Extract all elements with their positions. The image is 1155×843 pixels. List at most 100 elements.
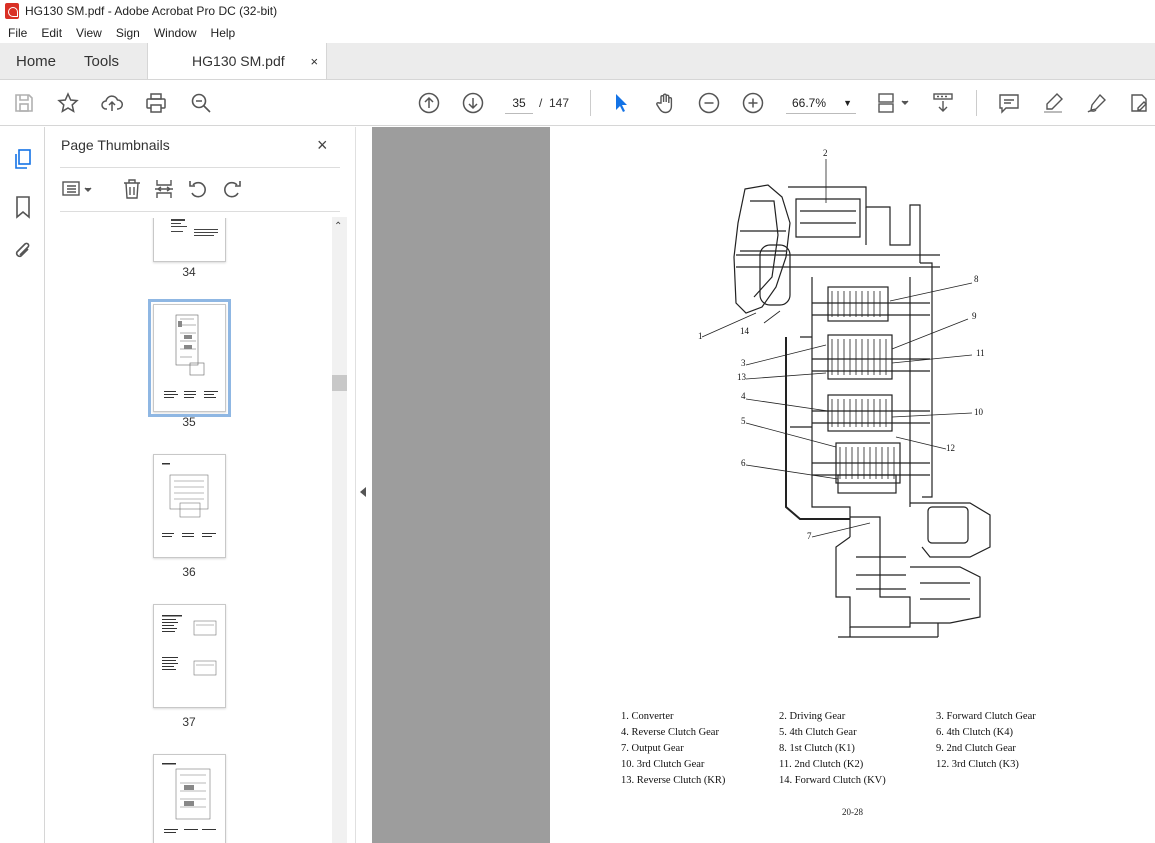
parts-legend: 1. Converter 2. Driving Gear 3. Forward … (621, 709, 1101, 789)
legend-row: 4. Reverse Clutch Gear 5. 4th Clutch Gea… (621, 725, 1101, 741)
tab-document[interactable]: HG130 SM.pdf × (147, 43, 328, 79)
legend-item: 9. 2nd Clutch Gear (936, 743, 1016, 754)
legend-item (936, 773, 1096, 789)
page-thumbnail[interactable] (153, 218, 226, 262)
callout-label: 8 (974, 274, 979, 284)
menu-view[interactable]: View (68, 26, 108, 40)
document-viewer: 2 8 9 11 1 14 3 13 4 10 5 12 6 7 1. Conv… (372, 127, 1155, 843)
chevron-up-icon[interactable]: ⌃ (334, 221, 342, 232)
page-thumbnail[interactable] (153, 604, 226, 708)
scrollbar-thumb[interactable] (332, 375, 347, 391)
thumbnails-panel: Page Thumbnails × 34 35 36 37 (45, 127, 355, 843)
callout-label: 3 (741, 358, 746, 368)
main-toolbar (0, 80, 1155, 126)
panel-title: Page Thumbnails (61, 137, 170, 153)
page-separator: / (539, 96, 543, 110)
zoom-in-icon[interactable] (742, 92, 764, 114)
collapse-panel-icon[interactable] (360, 487, 366, 497)
next-page-icon[interactable] (462, 92, 484, 114)
select-cursor-icon[interactable] (610, 92, 632, 114)
thumbnail-label: 35 (182, 415, 196, 429)
page-thumbnails-icon[interactable] (11, 147, 35, 171)
tab-bar: Home Tools HG130 SM.pdf × (0, 43, 1155, 80)
legend-item: 7. Output Gear (621, 743, 684, 754)
previous-page-icon[interactable] (418, 92, 440, 114)
menu-bar: File Edit View Sign Window Help (0, 22, 1155, 43)
callout-label: 11 (976, 348, 985, 358)
panel-close-icon[interactable]: × (317, 135, 328, 156)
document-page-number: 20-28 (842, 807, 863, 817)
callout-label: 7 (807, 531, 812, 541)
rotate-right-icon[interactable] (221, 177, 243, 201)
zoom-out-icon[interactable] (698, 92, 720, 114)
zoom-search-icon[interactable] (190, 92, 212, 114)
callout-label: 1 (698, 331, 703, 341)
divider (60, 211, 340, 212)
title-bar: HG130 SM.pdf - Adobe Acrobat Pro DC (32-… (0, 0, 1155, 22)
legend-item: 6. 4th Clutch (K4) (936, 727, 1013, 738)
menu-sign[interactable]: Sign (108, 26, 146, 40)
chevron-down-icon: ▼ (843, 98, 852, 108)
save-icon[interactable] (13, 92, 35, 114)
divider (60, 167, 340, 168)
callout-label: 2 (823, 148, 828, 158)
tab-home[interactable]: Home (0, 43, 70, 79)
menu-help[interactable]: Help (203, 26, 242, 40)
acrobat-logo-icon (5, 3, 19, 19)
hand-tool-icon[interactable] (654, 92, 676, 114)
toolbar-divider (976, 90, 977, 116)
transmission-cross-section-diagram (701, 159, 991, 638)
thumbnail-label: 34 (182, 265, 196, 279)
page-thumbnail-selected[interactable] (148, 299, 231, 417)
legend-row: 13. Reverse Clutch (KR) 14. Forward Clut… (621, 773, 1101, 789)
thumbnail-label: 37 (182, 715, 196, 729)
legend-item: 5. 4th Clutch Gear (779, 727, 857, 738)
callout-label: 12 (946, 443, 955, 453)
legend-item: 13. Reverse Clutch (KR) (621, 775, 726, 786)
callout-label: 13 (737, 372, 746, 382)
print-icon[interactable] (145, 92, 167, 114)
pdf-page: 2 8 9 11 1 14 3 13 4 10 5 12 6 7 1. Conv… (550, 127, 1155, 843)
callout-label: 5 (741, 416, 746, 426)
legend-item: 4. Reverse Clutch Gear (621, 727, 719, 738)
thumbnails-scrollbar[interactable]: ⌃ (332, 217, 347, 843)
legend-item: 14. Forward Clutch (KV) (779, 775, 886, 786)
menu-file[interactable]: File (0, 26, 33, 40)
panel-splitter[interactable] (355, 127, 372, 843)
zoom-level-value: 66.7% (792, 96, 827, 110)
menu-edit[interactable]: Edit (33, 26, 68, 40)
attachment-icon[interactable] (11, 240, 35, 264)
insert-page-icon[interactable] (153, 177, 175, 201)
highlight-pen-icon[interactable] (1042, 92, 1064, 114)
zoom-level-select[interactable]: 66.7% ▼ (786, 92, 856, 114)
rotate-left-icon[interactable] (187, 177, 209, 201)
legend-row: 1. Converter 2. Driving Gear 3. Forward … (621, 709, 1101, 725)
delete-page-icon[interactable] (121, 177, 143, 201)
callout-label: 9 (972, 311, 977, 321)
callout-label: 10 (974, 407, 983, 417)
page-number-input[interactable]: 35 (505, 92, 533, 114)
callout-label: 6 (741, 458, 746, 468)
legend-item: 1. Converter (621, 711, 674, 722)
edit-pdf-icon[interactable] (1128, 92, 1150, 114)
page-thumbnail[interactable] (153, 454, 226, 558)
thumbnail-options-icon[interactable] (61, 177, 95, 201)
bookmark-star-icon[interactable] (57, 92, 79, 114)
callout-label: 4 (741, 391, 746, 401)
bookmarks-icon[interactable] (11, 195, 35, 219)
toolbar-divider (590, 90, 591, 116)
fit-page-icon[interactable] (876, 92, 910, 114)
legend-item: 2. Driving Gear (779, 711, 846, 722)
scroll-mode-icon[interactable] (932, 92, 954, 114)
tab-tools[interactable]: Tools (70, 43, 147, 79)
page-thumbnail[interactable] (153, 754, 226, 843)
upload-cloud-icon[interactable] (101, 92, 123, 114)
legend-item: 10. 3rd Clutch Gear (621, 759, 705, 770)
tab-document-label: HG130 SM.pdf (192, 53, 285, 69)
menu-window[interactable]: Window (146, 26, 203, 40)
tab-close-icon[interactable]: × (310, 54, 318, 69)
comment-icon[interactable] (998, 92, 1020, 114)
legend-item: 3. Forward Clutch Gear (936, 711, 1036, 722)
legend-item: 12. 3rd Clutch (K3) (936, 759, 1019, 770)
draw-sign-icon[interactable] (1086, 92, 1108, 114)
